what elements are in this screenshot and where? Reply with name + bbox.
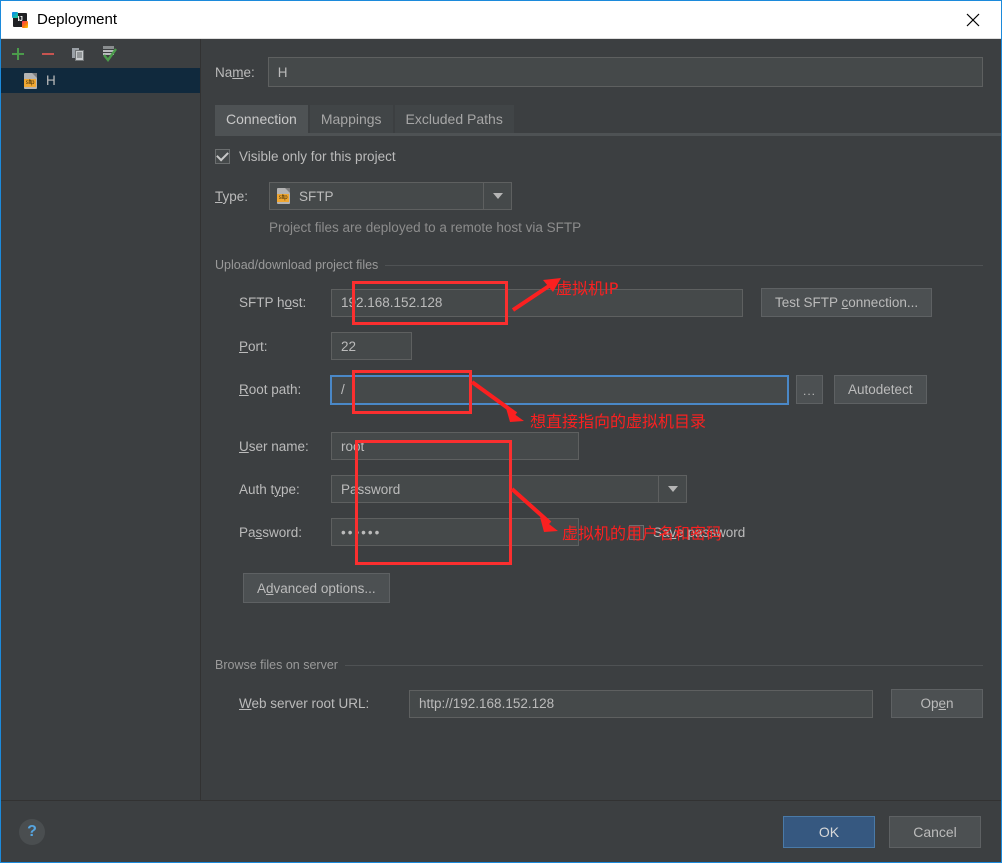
intellij-idea-icon: IJ [12,11,28,28]
dialog-footer: ? OK Cancel [1,800,1001,862]
sidebar-item-h[interactable]: sftp H [1,68,200,93]
plus-icon[interactable] [8,44,28,64]
port-input[interactable]: 22 [331,332,412,360]
save-password-checkbox[interactable] [629,524,644,540]
root-path-label: Root path: [239,382,302,397]
visible-only-checkbox[interactable] [215,149,230,164]
advanced-options-row: Advanced options... [215,573,983,603]
save-password-label: Save password [653,524,746,540]
visible-only-row: Visible only for this project [215,149,983,164]
auth-type-value: Password [341,481,401,497]
auth-type-select[interactable]: Password [331,475,687,503]
type-hint-text: Project files are deployed to a remote h… [269,220,582,235]
chevron-down-icon[interactable] [658,476,686,502]
auth-type-label: Auth type: [239,481,300,497]
web-server-url-input[interactable]: http://192.168.152.128 [409,689,873,718]
copy-icon[interactable] [68,44,88,64]
advanced-options-label: Advanced options... [257,580,376,596]
window-title: Deployment [37,11,118,28]
deployment-dialog: IJ Deployment sftp H Name: H Connection … [0,0,1002,863]
port-label: Port: [239,338,268,354]
name-input-value: H [277,64,288,80]
browse-root-path-button[interactable]: ... [796,375,823,404]
settings-tabs: Connection Mappings Excluded Paths [215,105,1001,136]
password-input[interactable]: •••••• [331,518,579,546]
user-name-input[interactable]: root [331,432,579,460]
open-button[interactable]: Open [891,689,983,718]
chevron-down-icon[interactable] [483,183,511,209]
autodetect-button[interactable]: Autodetect [834,375,927,404]
password-value: •••••• [341,524,382,540]
browse-files-group-title: Browse files on server [215,658,345,672]
cancel-button[interactable]: Cancel [889,815,981,848]
test-sftp-connection-label: Test SFTP connection... [775,295,919,310]
root-path-value: / [341,382,345,397]
web-server-url-label: Web server root URL: [239,696,370,711]
user-name-value: root [341,438,365,454]
connection-form: Visible only for this project Type: sftp… [201,133,1001,800]
name-row: Name: H [215,55,983,89]
web-server-url-row: Web server root URL: http://192.168.152.… [215,689,983,718]
user-name-label: User name: [239,438,309,454]
browse-root-path-label: ... [802,384,816,398]
server-list-toolbar [1,39,200,68]
port-value: 22 [341,338,357,354]
sftp-host-row: SFTP host: 192.168.152.128 Test SFTP con… [215,288,983,317]
web-server-url-value: http://192.168.152.128 [419,696,555,711]
upload-download-group: Upload/download project files SFTP host:… [215,257,983,603]
root-path-input[interactable]: / [330,374,789,405]
password-label: Password: [239,524,303,540]
auth-type-row: Auth type: Password [215,475,983,503]
name-label: Name: [215,64,255,80]
name-input[interactable]: H [267,57,983,87]
sftp-file-icon: sftp [277,188,292,204]
browse-files-group: Browse files on server Web server root U… [215,657,983,718]
help-button[interactable]: ? [19,818,45,845]
close-icon[interactable] [945,1,1001,38]
port-row: Port: 22 [215,332,983,360]
sftp-host-label: SFTP host: [239,295,307,310]
root-path-row: Root path: / ... Autodetect [215,374,983,405]
tab-connection[interactable]: Connection [215,105,308,133]
sftp-host-value: 192.168.152.128 [341,295,443,310]
user-name-row: User name: root [215,432,983,460]
connection-settings-panel: Name: H Connection Mappings Excluded Pat… [201,39,1001,800]
ok-button[interactable]: OK [783,815,875,848]
title-bar: IJ Deployment [1,1,1001,39]
server-list-panel: sftp H [1,39,201,800]
upload-download-group-title: Upload/download project files [215,258,386,272]
type-select-value: SFTP [299,188,334,204]
type-row: Type: sftp SFTP [215,182,983,210]
advanced-options-button[interactable]: Advanced options... [243,573,390,603]
test-sftp-connection-button[interactable]: Test SFTP connection... [761,288,933,317]
server-list[interactable]: sftp H [1,68,200,800]
autodetect-label: Autodetect [848,382,913,397]
type-select[interactable]: sftp SFTP [269,182,513,210]
type-label: Type: [215,188,249,204]
dialog-body: sftp H Name: H Connection Mappings Exclu… [1,39,1001,800]
open-label: Open [920,696,954,711]
password-row: Password: •••••• Save password [215,518,983,546]
list-check-icon[interactable] [98,44,118,64]
sidebar-item-label: H [46,73,56,88]
sftp-host-input[interactable]: 192.168.152.128 [331,288,743,317]
minus-icon[interactable] [38,44,58,64]
tab-mappings[interactable]: Mappings [309,105,393,133]
visible-only-label: Visible only for this project [239,149,396,164]
sftp-file-icon: sftp [24,72,39,89]
tab-excluded-paths[interactable]: Excluded Paths [394,105,514,133]
